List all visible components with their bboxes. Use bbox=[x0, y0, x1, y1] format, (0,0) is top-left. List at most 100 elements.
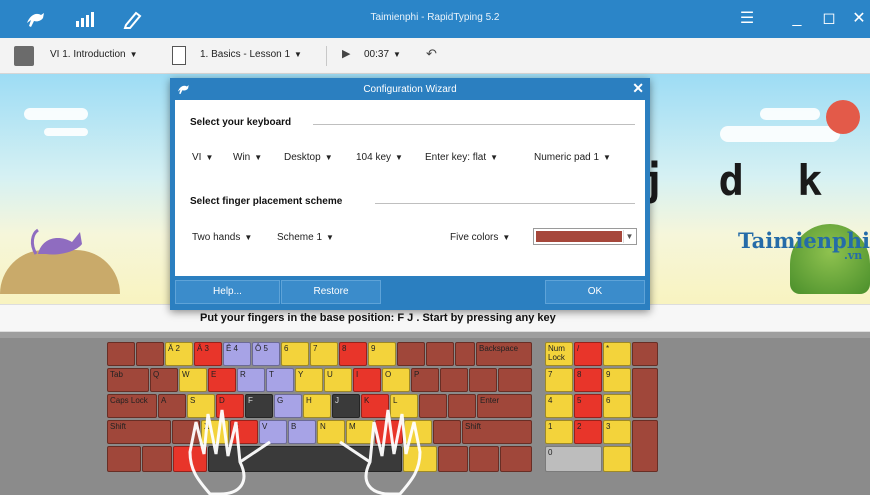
keyboard-section-title: Select your keyboard bbox=[190, 117, 292, 128]
key[interactable]: 8 bbox=[339, 342, 367, 366]
key[interactable] bbox=[107, 342, 135, 366]
key[interactable] bbox=[500, 446, 532, 472]
numpad-key[interactable]: 5 bbox=[574, 394, 602, 418]
numpad-key[interactable]: 1 bbox=[545, 420, 573, 444]
key[interactable]: Ă 2 bbox=[165, 342, 193, 366]
course-label: VI 1. Introduction bbox=[50, 49, 126, 60]
key[interactable]: U bbox=[324, 368, 352, 392]
key[interactable]: Shift bbox=[462, 420, 532, 444]
os-dropdown[interactable]: Win ▼ bbox=[233, 152, 262, 163]
key[interactable]: O bbox=[382, 368, 410, 392]
minimize-icon[interactable]: _ bbox=[784, 7, 810, 31]
numpad-key[interactable]: 4 bbox=[545, 394, 573, 418]
dropdown-value: Two hands bbox=[192, 232, 241, 243]
numeric-pad-dropdown[interactable]: Numeric pad 1 ▼ bbox=[534, 152, 611, 163]
key[interactable]: 9 bbox=[368, 342, 396, 366]
key[interactable] bbox=[142, 446, 172, 472]
dropdown-value: 104 key bbox=[356, 152, 392, 163]
chevron-down-icon: ▼ bbox=[324, 153, 333, 162]
key[interactable]: I bbox=[353, 368, 381, 392]
key-count-dropdown[interactable]: 104 key ▼ bbox=[356, 152, 403, 163]
menu-icon[interactable]: ☰ bbox=[734, 7, 760, 31]
key[interactable] bbox=[440, 368, 468, 392]
chevron-down-icon: ▼ bbox=[326, 233, 334, 242]
key[interactable]: Backspace bbox=[476, 342, 532, 366]
key[interactable] bbox=[433, 420, 461, 444]
numpad-key[interactable]: * bbox=[603, 342, 631, 366]
numpad-key[interactable]: 7 bbox=[545, 368, 573, 392]
key[interactable] bbox=[107, 446, 141, 472]
timer-dropdown[interactable]: 00:37 ▼ bbox=[364, 49, 401, 60]
key[interactable]: 7 bbox=[310, 342, 338, 366]
key[interactable]: Q bbox=[150, 368, 178, 392]
color-picker[interactable]: ▼ bbox=[533, 228, 637, 245]
language-dropdown[interactable]: VI ▼ bbox=[192, 152, 213, 163]
key[interactable]: Shift bbox=[107, 420, 171, 444]
key[interactable]: Y bbox=[295, 368, 323, 392]
key[interactable]: E bbox=[208, 368, 236, 392]
dialog-body: Select your keyboard VI ▼ Win ▼ Desktop ▼ 1… bbox=[175, 100, 645, 276]
cloud bbox=[760, 108, 820, 120]
key[interactable]: R bbox=[237, 368, 265, 392]
key[interactable]: W bbox=[179, 368, 207, 392]
help-button[interactable]: Help... bbox=[175, 280, 280, 304]
maximize-icon[interactable]: ◻ bbox=[816, 7, 842, 31]
separator bbox=[326, 46, 327, 66]
key[interactable]: T bbox=[266, 368, 294, 392]
numpad-key[interactable]: 3 bbox=[603, 420, 631, 444]
numpad-key[interactable]: 2 bbox=[574, 420, 602, 444]
lesson-dropdown[interactable]: 1. Basics - Lesson 1 ▼ bbox=[200, 49, 302, 60]
dropdown-value: Enter key: flat bbox=[425, 152, 487, 163]
numpad-key[interactable]: 9 bbox=[603, 368, 631, 392]
color-count-dropdown[interactable]: Five colors ▼ bbox=[450, 232, 510, 243]
numpad-key[interactable]: 8 bbox=[574, 368, 602, 392]
chevron-down-icon: ▼ bbox=[502, 233, 511, 242]
play-icon[interactable]: ▶ bbox=[342, 47, 350, 60]
key[interactable] bbox=[397, 342, 425, 366]
sun bbox=[826, 100, 860, 134]
close-icon[interactable]: ✕ bbox=[632, 80, 644, 97]
numpad-key[interactable]: / bbox=[574, 342, 602, 366]
chevron-down-icon: ▼ bbox=[129, 50, 138, 59]
numpad-key[interactable] bbox=[632, 420, 658, 472]
numpad-key[interactable] bbox=[632, 368, 658, 418]
chevron-down-icon: ▼ bbox=[393, 50, 401, 59]
key[interactable] bbox=[469, 368, 497, 392]
key[interactable]: Enter bbox=[477, 394, 532, 418]
course-dropdown[interactable]: VI 1. Introduction ▼ bbox=[50, 49, 138, 60]
key[interactable] bbox=[448, 394, 476, 418]
numpad-key[interactable]: Num Lock bbox=[545, 342, 573, 366]
scheme-dropdown[interactable]: Scheme 1 ▼ bbox=[277, 232, 334, 243]
key[interactable] bbox=[498, 368, 532, 392]
key[interactable]: Ê 4 bbox=[223, 342, 251, 366]
key[interactable] bbox=[438, 446, 468, 472]
dropdown-value: Desktop bbox=[284, 152, 321, 163]
chevron-down-icon: ▼ bbox=[254, 153, 263, 162]
numpad-key[interactable]: 0 bbox=[545, 446, 602, 472]
key[interactable] bbox=[469, 446, 499, 472]
ok-button[interactable]: OK bbox=[545, 280, 645, 304]
chevron-down-icon: ▼ bbox=[244, 233, 253, 242]
dropdown-value: Five colors bbox=[450, 232, 499, 243]
key[interactable]: Tab bbox=[107, 368, 149, 392]
hands-dropdown[interactable]: Two hands ▼ bbox=[192, 232, 252, 243]
toolbar: VI 1. Introduction ▼ 1. Basics - Lesson 1… bbox=[0, 38, 870, 74]
hands-overlay-icon bbox=[188, 409, 422, 495]
key[interactable] bbox=[455, 342, 475, 366]
undo-icon[interactable]: ↶ bbox=[426, 46, 437, 62]
numpad-key[interactable] bbox=[632, 342, 658, 366]
lesson-page-icon bbox=[172, 46, 186, 65]
key[interactable] bbox=[136, 342, 164, 366]
close-icon[interactable]: ✕ bbox=[846, 7, 870, 31]
key[interactable]: P bbox=[411, 368, 439, 392]
key[interactable]: Caps Lock bbox=[107, 394, 157, 418]
restore-button[interactable]: Restore bbox=[281, 280, 381, 304]
enter-key-dropdown[interactable]: Enter key: flat ▼ bbox=[425, 152, 498, 163]
key[interactable]: 6 bbox=[281, 342, 309, 366]
key[interactable] bbox=[426, 342, 454, 366]
key[interactable]: Ô 5 bbox=[252, 342, 280, 366]
key[interactable]: Â 3 bbox=[194, 342, 222, 366]
device-dropdown[interactable]: Desktop ▼ bbox=[284, 152, 333, 163]
numpad-key[interactable] bbox=[603, 446, 631, 472]
numpad-key[interactable]: 6 bbox=[603, 394, 631, 418]
